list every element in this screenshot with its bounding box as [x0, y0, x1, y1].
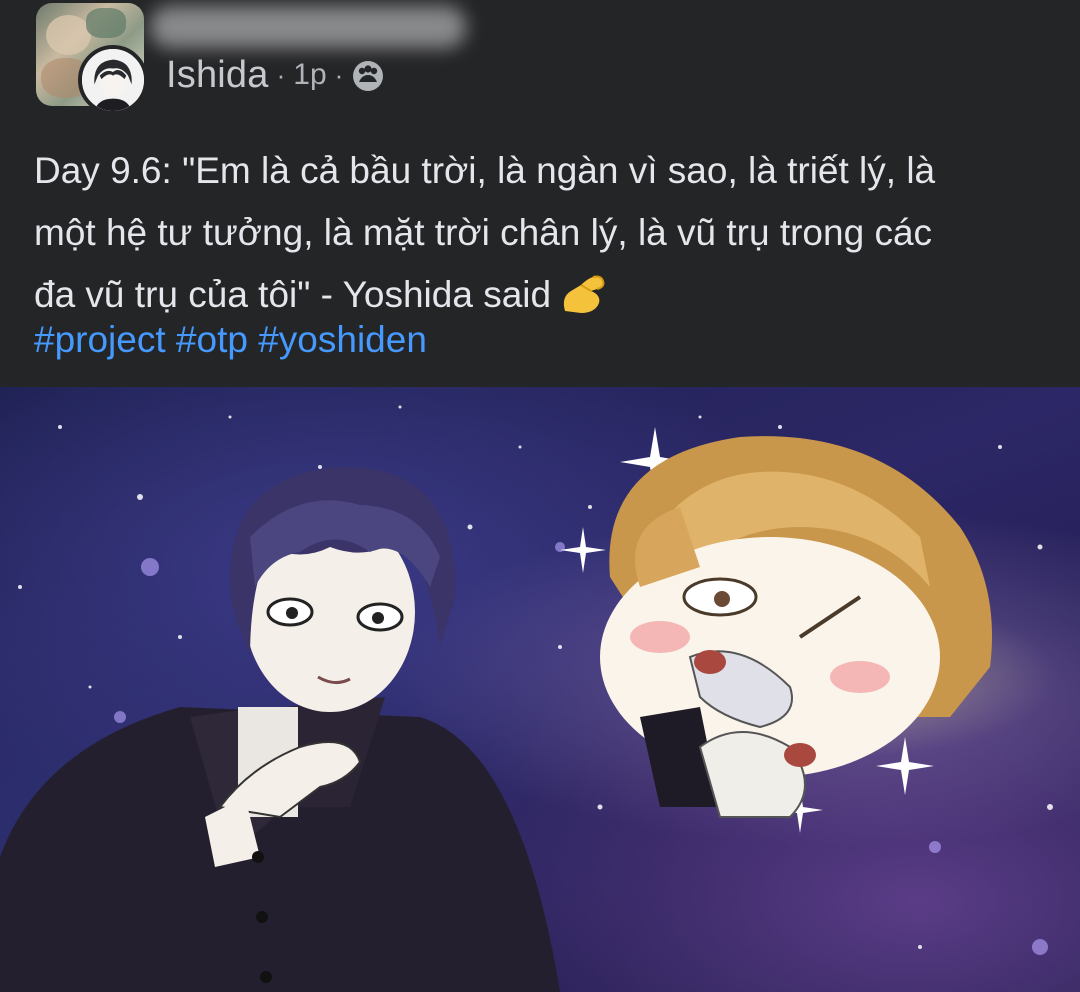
post-text: Day 9.6: "Em là cả bầu trời, là ngàn vì … — [34, 140, 1054, 326]
hashtag-link[interactable]: #yoshiden — [258, 319, 427, 360]
post-header: Ishida · 1p · — [0, 0, 1080, 120]
hashtag-link[interactable]: #otp — [176, 319, 248, 360]
hashtag-link[interactable]: #project — [34, 319, 166, 360]
author-name[interactable]: Ishida — [166, 54, 269, 97]
post-meta: Ishida · 1p · — [166, 50, 385, 100]
illustration — [0, 405, 1053, 992]
post-text-line: Day 9.6: "Em là cả bầu trời, là ngàn vì … — [34, 150, 936, 191]
post-card: Ishida · 1p · Day 9.6: "Em là cả bầu trờ… — [0, 0, 1080, 992]
post-text-line-content: đa vũ trụ của tôi" - Yoshida said — [34, 274, 552, 315]
meta-separator: · — [276, 59, 286, 90]
meta-separator: · — [334, 59, 344, 90]
post-timestamp[interactable]: 1p — [293, 58, 326, 92]
post-image[interactable] — [0, 387, 1080, 992]
group-name-blurred[interactable] — [150, 6, 466, 48]
pinched-fingers-emoji — [557, 271, 609, 315]
avatar[interactable] — [78, 45, 148, 115]
group-icon[interactable] — [351, 59, 385, 93]
post-text-line: một hệ tư tưởng, là mặt trời chân lý, là… — [34, 212, 933, 253]
hashtag-list: #project #otp #yoshiden — [34, 310, 427, 370]
